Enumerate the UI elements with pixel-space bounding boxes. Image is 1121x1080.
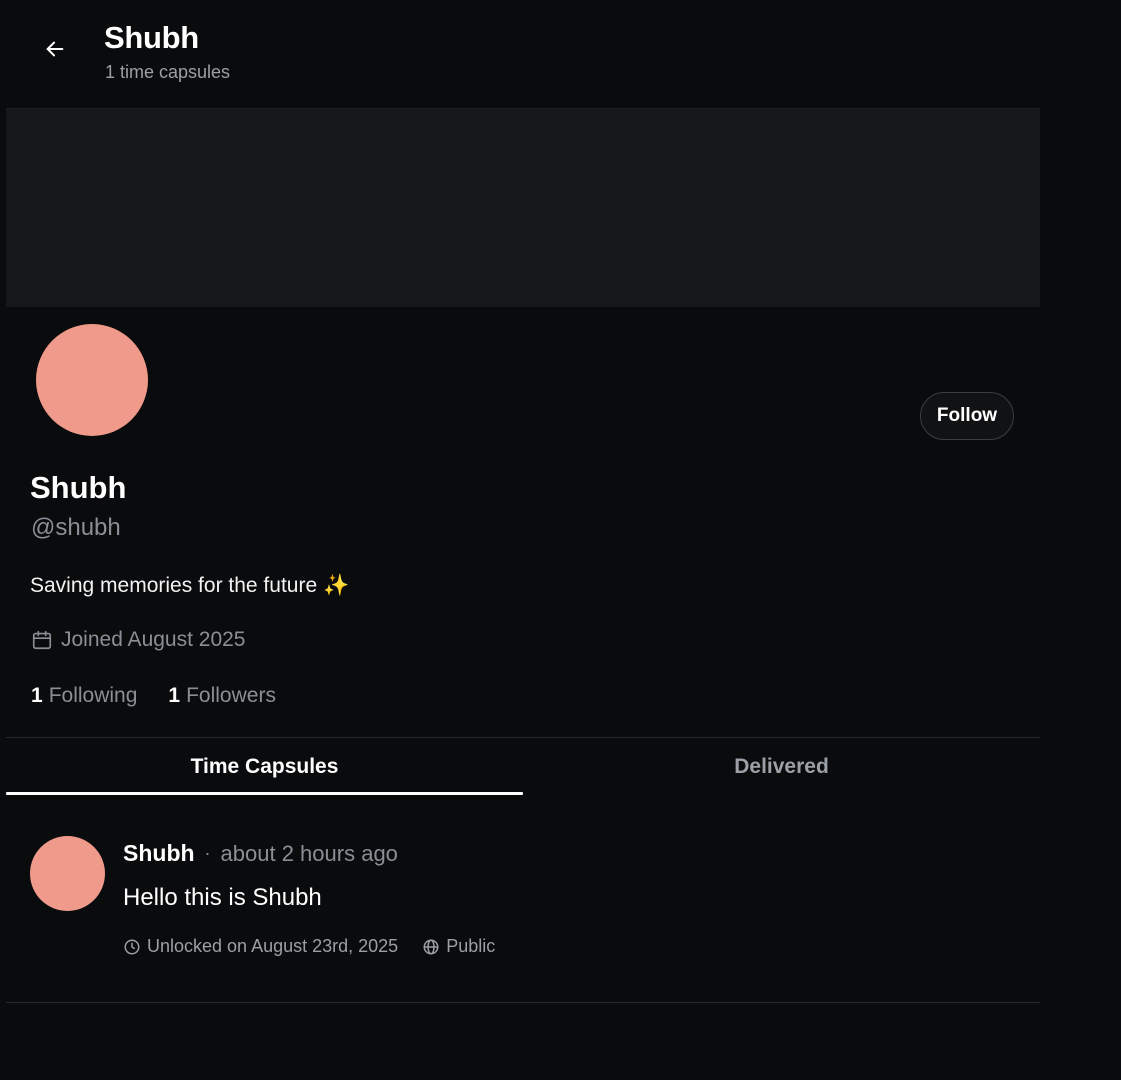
follow-button[interactable]: Follow [920,392,1014,440]
post-timestamp: about 2 hours ago [220,840,398,866]
post-text: Hello this is Shubh [123,884,322,911]
sparkles-icon: ✨ [322,574,350,597]
following-label: Following [48,684,138,707]
followers-link[interactable]: 1 Followers [168,684,276,708]
post-meta: Unlocked on August 23rd, 2025 Public [123,936,495,957]
following-count: 1 [31,684,43,707]
globe-icon [423,939,439,954]
tab-label: Delivered [734,754,829,778]
clock-icon [124,939,140,954]
tab-label: Time Capsules [190,754,339,778]
unlock-text: Unlocked on August 23rd, 2025 [147,936,399,956]
arrow-left-icon [46,41,64,57]
profile-banner [6,108,1040,307]
capsule-post[interactable]: Shubh · about 2 hours ago Hello this is … [6,796,1040,1002]
profile-name: Shubh [30,470,127,505]
page-title: Shubh [104,20,199,55]
divider [6,1002,1040,1003]
post-avatar[interactable] [30,836,105,911]
profile-avatar [36,324,148,436]
post-header: Shubh · about 2 hours ago [123,840,398,867]
top-bar: Shubh 1 time capsules [6,0,1040,108]
separator-dot: · [204,843,211,863]
visibility-text: Public [446,936,496,956]
joined-text: Joined August 2025 [61,628,246,651]
unlock-info: Unlocked on August 23rd, 2025 [123,936,398,957]
post-author[interactable]: Shubh [123,840,195,867]
profile-page: Shubh 1 time capsules Follow Shubh @shub… [6,0,1040,1080]
visibility-info: Public [422,936,495,957]
joined-date: Joined August 2025 [31,628,246,652]
profile-handle: @shubh [31,514,121,541]
profile-bio: Saving memories for the future ✨ [30,574,349,598]
followers-label: Followers [186,684,276,707]
capsule-count: 1 time capsules [105,62,231,82]
active-tab-indicator [6,792,523,795]
follow-stats: 1 Following 1 Followers [31,684,276,708]
tab-time-capsules[interactable]: Time Capsules [6,738,523,795]
bio-text: Saving memories for the future [30,574,318,597]
tab-delivered[interactable]: Delivered [523,738,1040,795]
following-link[interactable]: 1 Following [31,684,137,708]
back-button[interactable] [40,34,70,64]
followers-count: 1 [168,684,181,707]
profile-tabs: Time Capsules Delivered [6,738,1040,795]
calendar-icon [32,630,52,650]
